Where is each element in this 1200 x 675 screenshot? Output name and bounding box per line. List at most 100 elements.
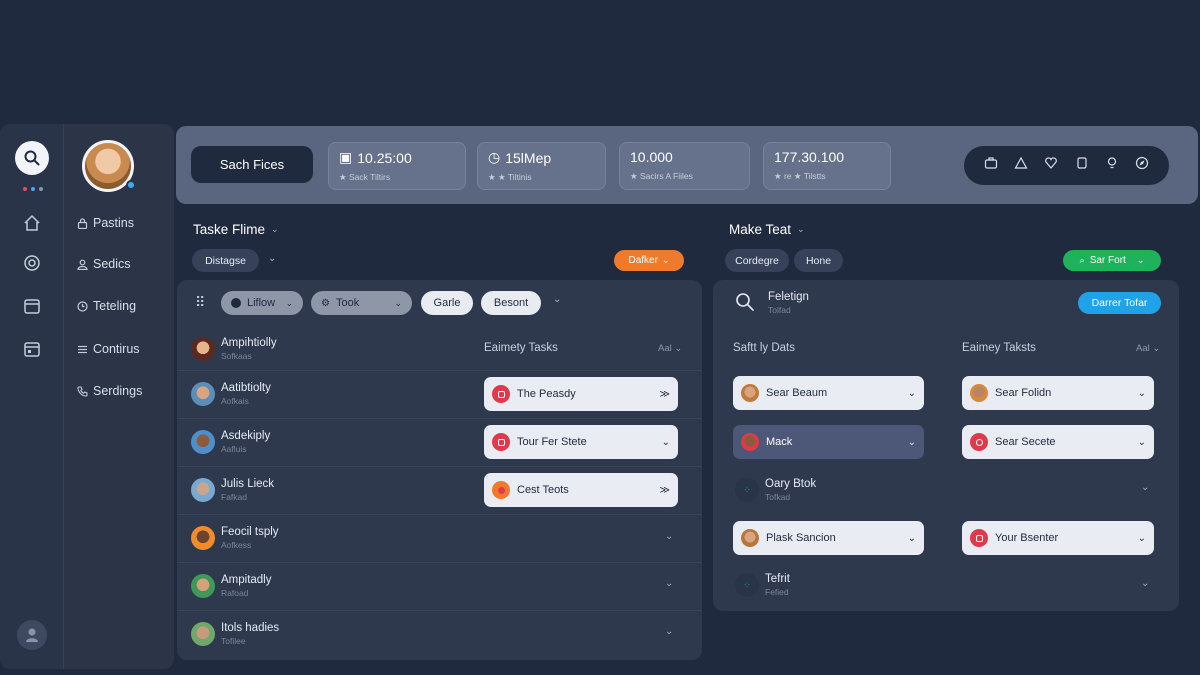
calendar-icon [24,342,40,357]
person-name: Ampihtiolly [221,337,277,349]
avatar [191,382,215,406]
list-item[interactable]: ⁘ Oary Btok Tofkad [735,478,816,502]
chevron-down-icon[interactable]: ⌄ [553,294,561,305]
task-label: The Peasdy [517,388,576,400]
calendar-button[interactable] [20,294,44,318]
person-name: Ampitadly [221,574,272,586]
chevron-down-icon[interactable]: ⌄ [1141,482,1149,493]
sparkle-icon: ⁘ [735,478,759,502]
stat-value: 15lMep [505,149,552,166]
chevron-down-icon[interactable]: ⌄ [268,253,276,264]
sort-pill[interactable]: Distagse [192,249,259,272]
stat-card[interactable]: 177.30.100 ★ re ★ Tilstts [763,142,891,190]
search-icon[interactable] [735,292,755,317]
select-button[interactable]: Sear Folidn ⌄ [962,376,1154,410]
person-name: Tefrit [765,573,790,585]
list-item[interactable]: ⁘ Tefrit Fefied [735,573,790,597]
filter-garle[interactable]: Garle [421,291,473,315]
all-filter[interactable]: Aal ⌄ [1136,343,1160,354]
schedule-button[interactable] [20,337,44,361]
settings-button[interactable] [20,251,44,275]
chevron-down-icon: ⌄ [285,297,293,308]
nav-item-contirus[interactable]: Contirus [76,339,140,359]
search-title: Feletign [768,291,809,303]
stat-value: 10.25:00 [357,149,412,166]
list-item[interactable]: Ampitadly Rafoad [191,574,272,598]
right-panel-title[interactable]: Make Teat ⌄ [729,222,805,237]
search-entry[interactable]: Feletign Tolfad [768,291,809,315]
list-item[interactable]: Asdekiply Aafluis [191,430,270,454]
chevron-down-icon[interactable]: ⌄ [1141,578,1149,589]
task-button[interactable]: The Peasdy ≫ [484,377,678,411]
nav-item-sedics[interactable]: Sedics [76,254,131,274]
select-button[interactable]: Sear Beaum ⌄ [733,376,924,410]
avatar [741,384,759,402]
person-sub: Sofkaas [221,351,252,361]
task-color-icon [492,385,510,403]
profile-button[interactable] [17,620,47,650]
filter-besont[interactable]: Besont [481,291,541,315]
nav-item-pastins[interactable]: Pastins [76,213,134,233]
darrer-button[interactable]: Darrer Tofar [1078,292,1161,314]
calendar-icon [24,299,40,314]
select-button[interactable]: Sear Secete ⌄ [962,425,1154,459]
copy-icon[interactable] [1075,156,1089,175]
chevron-down-icon[interactable]: ⌄ [665,626,673,637]
person-name: Julis Lieck [221,478,275,490]
select-label: Sear Secete [995,436,1056,448]
filter-hone[interactable]: Hone [794,249,843,272]
home-button[interactable] [20,211,44,235]
task-button[interactable]: Cest Teots ≫ [484,473,678,507]
select-label: Sear Folidn [995,387,1052,399]
nav-item-teteling[interactable]: Teteling [76,296,136,316]
list-item[interactable]: Aatibtiolty Aofkais [191,382,271,406]
person-name: Itols hadies [221,622,280,634]
filter-liflow[interactable]: Liflow ⌄ [221,291,303,315]
bulb-icon[interactable] [1105,156,1119,175]
person-sub: Fefied [765,587,789,597]
column-header-two: Eaimey Taksts [962,342,1036,354]
search-icon [24,150,40,166]
list-item[interactable]: Ampihtiolly Sofkaas [191,337,277,361]
gear-icon: ⚙ [321,297,330,309]
list-item[interactable]: Feocil tsply Aofkess [191,526,279,550]
compass-icon[interactable] [1135,156,1149,175]
sort-button[interactable]: ⌕ Sar Fort ⌄ [1063,250,1161,271]
nav-item-serdings[interactable]: Serdings [76,381,142,401]
list-item[interactable]: Itols hadies Tofilee [191,622,279,646]
filter-took[interactable]: ⚙ Took ⌄ [311,291,412,315]
search-sub: Tolfad [768,305,791,315]
briefcase-icon[interactable] [984,156,998,175]
stat-sub: ★ ★ Tiltinis [488,172,532,182]
button-label: Dafker [628,255,658,266]
panel-title: Make Teat [729,222,792,237]
stat-sub: ★ re ★ Tilstts [774,171,826,181]
filter-cordegre[interactable]: Cordegre [725,249,789,272]
stat-card[interactable]: ◷ 15lMep ★ ★ Tiltinis [477,142,606,190]
stats-bar: Sach Fices ▣ 10.25:00 ★ Sack Tiltirs ◷ 15l… [176,126,1198,204]
task-button[interactable]: Tour Fer Stete ⌄ [484,425,678,459]
select-button[interactable]: Mack ⌄ [733,425,924,459]
select-button[interactable]: Plask Sancion ⌄ [733,521,924,555]
person-name: Aatibtiolty [221,382,271,394]
grid-icon[interactable]: ⠿ [195,294,205,311]
stat-card[interactable]: ▣ 10.25:00 ★ Sack Tiltirs [328,142,466,190]
all-filter[interactable]: Aal ⌄ [658,343,682,354]
list-item[interactable]: Julis Lieck Fafkad [191,478,274,502]
left-panel-title[interactable]: Taske Flime ⌄ [193,222,279,237]
chevron-down-icon: ⌄ [661,255,670,265]
gear-icon [24,255,40,271]
task-color-icon [970,433,988,451]
status-dot [31,187,35,191]
right-task-card: Feletign Tolfad Darrer Tofar Saftt ly Da… [713,280,1179,611]
search-files-button[interactable]: Sach Fices [191,146,313,183]
heart-icon[interactable] [1044,156,1058,175]
dafker-button[interactable]: Dafker ⌄ [614,250,684,271]
chevron-down-icon[interactable]: ⌄ [665,578,673,589]
triangle-icon[interactable] [1014,156,1028,175]
search-button[interactable] [15,141,49,175]
stat-card[interactable]: 10.000 ★ Sacirs A Fiiles [619,142,750,190]
stat-sub: ★ Sacirs A Fiiles [630,171,693,181]
select-button[interactable]: Your Bsenter ⌄ [962,521,1154,555]
chevron-down-icon[interactable]: ⌄ [665,531,673,542]
